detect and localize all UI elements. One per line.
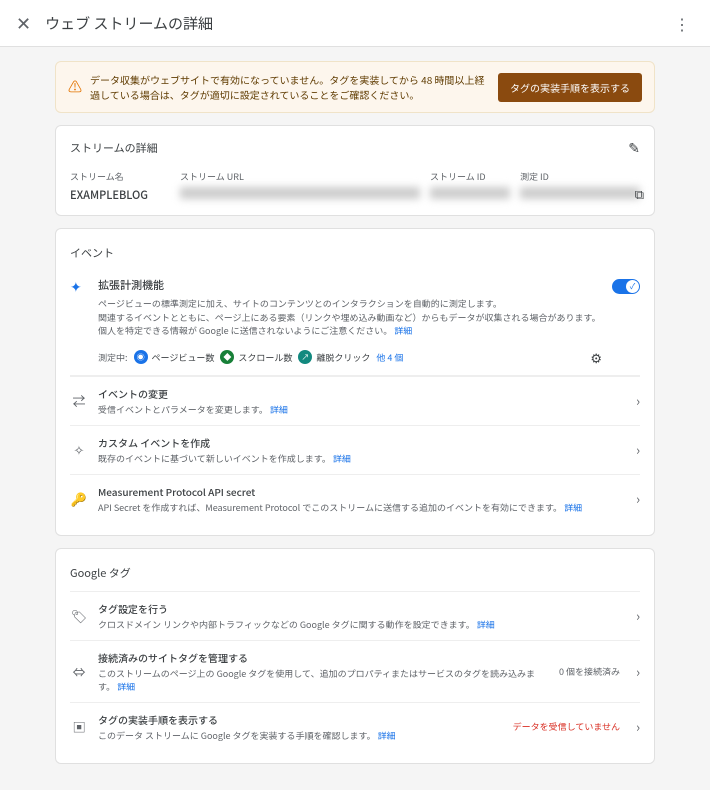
document-icon: ▣ bbox=[70, 717, 88, 736]
events-heading: イベント bbox=[70, 241, 640, 271]
detail-link[interactable]: 詳細 bbox=[394, 324, 412, 337]
modify-events-desc: 受信イベントとパラメータを変更します。 詳細 bbox=[98, 403, 626, 416]
custom-events-desc: 既存のイベントに基づいて新しいイベントを作成します。 詳細 bbox=[98, 452, 626, 465]
events-card: イベント ✦ 拡張計測機能 ページビューの標準測定に加え、サイトのコンテンツとの… bbox=[55, 228, 655, 536]
chevron-right-icon: › bbox=[636, 606, 640, 625]
data-collection-alert: ⚠ データ収集がウェブサイトで有効になっていません。タグを実装してから 48 時… bbox=[55, 61, 655, 113]
measurement-id-label: 測定 ID bbox=[520, 170, 640, 183]
chevron-right-icon: › bbox=[636, 717, 640, 736]
google-tag-card: Google タグ 🏷 タグ設定を行う クロスドメイン リンクや内部トラフィック… bbox=[55, 548, 655, 764]
connected-tags-desc: このストリームのページ上の Google タグを使用して、追加のプロパティまたは… bbox=[98, 667, 549, 693]
gear-icon[interactable]: ⚙ bbox=[590, 348, 602, 367]
tag-config-desc: クロスドメイン リンクや内部トラフィックなどの Google タグに関する動作を… bbox=[98, 618, 626, 631]
tag-icon: 🏷 bbox=[70, 606, 88, 625]
more-menu-icon[interactable]: ⋮ bbox=[670, 11, 694, 35]
chip-scroll: ◆スクロール数 bbox=[220, 350, 292, 364]
connected-tags-row[interactable]: ⇔ 接続済みのサイトタグを管理する このストリームのページ上の Google タ… bbox=[70, 640, 640, 702]
api-secret-desc: API Secret を作成すれば、Measurement Protocol で… bbox=[98, 501, 626, 514]
key-icon: 🔑 bbox=[70, 489, 88, 508]
custom-events-row[interactable]: ✧ カスタム イベントを作成 既存のイベントに基づいて新しいイベントを作成します… bbox=[70, 425, 640, 474]
stream-url-value bbox=[180, 187, 420, 199]
show-tag-instructions-button[interactable]: タグの実装手順を表示する bbox=[498, 73, 642, 102]
measurement-id-value bbox=[520, 187, 640, 199]
detail-link[interactable]: 詳細 bbox=[378, 729, 396, 742]
install-tag-title: タグの実装手順を表示する bbox=[98, 712, 503, 727]
chevron-right-icon: › bbox=[636, 391, 640, 410]
connected-count: 0 個を接続済み bbox=[559, 665, 620, 678]
enhanced-measurement-title: 拡張計測機能 bbox=[98, 277, 602, 293]
chip-pageview: ◉ページビュー数 bbox=[134, 350, 215, 364]
sparkle-small-icon: ✧ bbox=[70, 440, 88, 459]
connected-tags-title: 接続済みのサイトタグを管理する bbox=[98, 650, 549, 665]
eye-icon: ◉ bbox=[134, 350, 148, 364]
detail-link[interactable]: 詳細 bbox=[477, 618, 495, 631]
stream-url-label: ストリーム URL bbox=[180, 170, 420, 183]
modify-events-row[interactable]: ⇄ イベントの変更 受信イベントとパラメータを変更します。 詳細 › bbox=[70, 376, 640, 425]
edit-icon[interactable]: ✎ bbox=[628, 138, 640, 158]
close-icon[interactable]: ✕ bbox=[16, 10, 31, 36]
chip-outbound: ↗離脱クリック bbox=[298, 350, 370, 364]
install-tag-row[interactable]: ▣ タグの実装手順を表示する このデータ ストリームに Google タグを実装… bbox=[70, 702, 640, 751]
alert-text: データ収集がウェブサイトで有効になっていません。タグを実装してから 48 時間以… bbox=[90, 72, 490, 102]
google-tag-heading: Google タグ bbox=[70, 561, 640, 591]
chevron-right-icon: › bbox=[636, 662, 640, 681]
tag-config-row[interactable]: 🏷 タグ設定を行う クロスドメイン リンクや内部トラフィックなどの Google… bbox=[70, 591, 640, 640]
stream-name-label: ストリーム名 bbox=[70, 170, 170, 183]
sparkle-icon: ✦ bbox=[70, 277, 88, 367]
stream-id-label: ストリーム ID bbox=[430, 170, 510, 183]
stream-details-heading: ストリームの詳細 bbox=[70, 140, 158, 156]
detail-link[interactable]: 詳細 bbox=[270, 403, 288, 416]
stream-details-card: ストリームの詳細 ✎ ストリーム名 EXAMPLEBLOG ストリーム URL … bbox=[55, 125, 655, 216]
modify-events-title: イベントの変更 bbox=[98, 386, 626, 401]
custom-events-title: カスタム イベントを作成 bbox=[98, 435, 626, 450]
chevron-right-icon: › bbox=[636, 489, 640, 508]
page-title: ウェブ ストリームの詳細 bbox=[45, 13, 670, 34]
chevron-right-icon: › bbox=[636, 440, 640, 459]
detail-link[interactable]: 詳細 bbox=[564, 501, 582, 514]
enhanced-measurement-desc: ページビューの標準測定に加え、サイトのコンテンツとのインタラクションを自動的に測… bbox=[98, 297, 602, 338]
copy-icon[interactable]: ⧉ bbox=[635, 184, 644, 203]
measuring-label: 測定中: bbox=[98, 351, 128, 364]
warning-icon: ⚠ bbox=[68, 77, 82, 97]
adjust-icon: ⇄ bbox=[70, 391, 88, 410]
stream-id-value bbox=[430, 187, 510, 199]
stream-name-value: EXAMPLEBLOG bbox=[70, 187, 170, 203]
api-secret-title: Measurement Protocol API secret bbox=[98, 484, 626, 499]
api-secret-row[interactable]: 🔑 Measurement Protocol API secret API Se… bbox=[70, 474, 640, 523]
link-icon: ⇔ bbox=[70, 662, 88, 681]
detail-link[interactable]: 詳細 bbox=[333, 452, 351, 465]
install-tag-desc: このデータ ストリームに Google タグを実装する手順を確認します。 詳細 bbox=[98, 729, 503, 742]
more-chips-link[interactable]: 他 4 個 bbox=[376, 351, 403, 364]
tag-config-title: タグ設定を行う bbox=[98, 601, 626, 616]
no-data-warning: データを受信していません bbox=[513, 720, 620, 733]
scroll-icon: ◆ bbox=[220, 350, 234, 364]
enhanced-measurement-toggle[interactable] bbox=[612, 279, 640, 294]
detail-link[interactable]: 詳細 bbox=[117, 680, 135, 693]
exit-icon: ↗ bbox=[298, 350, 312, 364]
